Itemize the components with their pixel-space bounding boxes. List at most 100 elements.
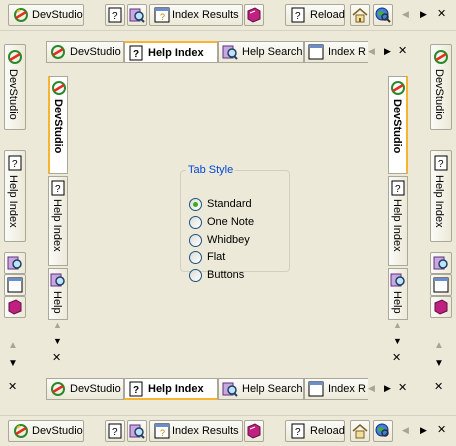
web-search-button[interactable] xyxy=(373,420,393,442)
vtab-scroll-down[interactable]: ▼ xyxy=(53,336,62,346)
vtab-help-search[interactable]: Help xyxy=(388,268,408,320)
nav-prev-button[interactable]: ◀ xyxy=(402,9,409,20)
toolbar-close-button[interactable]: ✕ xyxy=(437,423,446,436)
side-close-button[interactable]: ✕ xyxy=(8,380,17,393)
index-results-icon xyxy=(433,277,449,293)
top-toolbar: DevStudio ? ? Index Results ? Reload ◀ ▶… xyxy=(0,0,456,31)
index-results-button[interactable]: ? Index Results xyxy=(149,420,243,442)
tab-nav-prev[interactable]: ◀ xyxy=(368,46,375,57)
side-close-button[interactable]: ✕ xyxy=(434,380,443,393)
top-tab-row: DevStudio ? Help Index Help Search Index… xyxy=(46,41,414,63)
book-button[interactable] xyxy=(244,4,264,26)
side-tab-index-results[interactable] xyxy=(4,274,26,296)
web-search-button[interactable] xyxy=(373,4,393,26)
svg-text:?: ? xyxy=(133,385,139,396)
left-vertical-tabs: DevStudio ? Help Index Help ▲ ▼ ✕ xyxy=(48,76,70,366)
vtab-devstudio[interactable]: DevStudio xyxy=(388,76,408,174)
svg-text:?: ? xyxy=(295,11,301,22)
tab-index-results-label: Index R xyxy=(328,46,366,58)
tab-help-index[interactable]: ? Help Index xyxy=(124,378,218,400)
tab-devstudio-label: DevStudio xyxy=(70,383,121,395)
side-tab-help-search[interactable] xyxy=(4,252,26,274)
globe-search-icon xyxy=(375,7,391,23)
radio-label: Buttons xyxy=(207,269,245,281)
nav-prev-button[interactable]: ◀ xyxy=(402,425,409,436)
tab-help-index[interactable]: ? Help Index xyxy=(124,41,218,63)
devstudio-button[interactable]: DevStudio xyxy=(8,4,84,26)
help-index-button[interactable]: ? xyxy=(105,420,125,442)
book-button[interactable] xyxy=(244,420,264,442)
side-tab-book[interactable] xyxy=(4,296,26,318)
index-results-icon: ? xyxy=(154,7,170,23)
side-tab-help-search[interactable] xyxy=(430,252,452,274)
nav-next-button[interactable]: ▶ xyxy=(420,9,427,20)
magnifier-book-icon xyxy=(7,255,23,271)
index-results-label: Index Results xyxy=(172,425,239,437)
radio-button[interactable] xyxy=(189,251,202,264)
tab-help-search[interactable]: Help Search xyxy=(218,378,304,400)
side-tab-index-results[interactable] xyxy=(430,274,452,296)
vtab-help-search[interactable]: Help xyxy=(48,268,68,320)
reload-button[interactable]: ? Reload xyxy=(285,420,345,442)
radio-button[interactable] xyxy=(189,216,202,229)
side-tab-help-index[interactable]: ? Help Index xyxy=(430,150,452,242)
side-tab-book[interactable] xyxy=(430,296,452,318)
magnifier-book-icon xyxy=(390,272,406,288)
toolbar-close-button[interactable]: ✕ xyxy=(437,7,446,20)
tab-index-results[interactable]: Index R xyxy=(304,378,368,400)
radio-button[interactable] xyxy=(189,234,202,247)
devstudio-button[interactable]: DevStudio xyxy=(8,420,84,442)
vtab-devstudio-label: DevStudio xyxy=(391,99,403,154)
help-index-button[interactable]: ? xyxy=(105,4,125,26)
vtab-devstudio[interactable]: DevStudio xyxy=(48,76,68,174)
magnifier-book-icon xyxy=(433,255,449,271)
home-button[interactable] xyxy=(350,4,370,26)
index-results-icon xyxy=(308,381,324,397)
help-search-button[interactable] xyxy=(127,4,147,26)
devstudio-icon xyxy=(7,49,23,65)
tab-devstudio[interactable]: DevStudio xyxy=(46,41,124,63)
reload-button[interactable]: ? Reload xyxy=(285,4,345,26)
vtab-help-index-label: Help Index xyxy=(391,199,403,252)
side-tab-help-index[interactable]: ? Help Index xyxy=(4,150,26,242)
index-results-icon xyxy=(7,277,23,293)
radio-button[interactable] xyxy=(189,269,202,282)
vtab-help-index[interactable]: ? Help Index xyxy=(388,176,408,266)
vtab-scroll-up[interactable]: ▲ xyxy=(393,320,402,330)
help-book-icon: ? xyxy=(128,45,144,61)
side-scroll-up[interactable]: ▲ xyxy=(434,340,444,351)
tab-help-search[interactable]: Help Search xyxy=(218,41,304,63)
radio-label: Standard xyxy=(207,198,252,210)
side-scroll-down[interactable]: ▼ xyxy=(8,358,18,369)
vtab-help-index[interactable]: ? Help Index xyxy=(48,176,68,266)
tab-devstudio[interactable]: DevStudio xyxy=(46,378,124,400)
reload-icon: ? xyxy=(290,423,306,439)
tab-index-results[interactable]: Index R xyxy=(304,41,368,63)
book-icon xyxy=(7,299,23,315)
tab-close-button[interactable]: ✕ xyxy=(398,381,407,394)
tab-nav-prev[interactable]: ◀ xyxy=(368,383,375,394)
devstudio-icon xyxy=(50,381,66,397)
vtab-close-button[interactable]: ✕ xyxy=(52,351,61,364)
home-button[interactable] xyxy=(350,420,370,442)
magnifier-book-icon xyxy=(129,7,145,23)
globe-search-icon xyxy=(375,423,391,439)
tab-nav-next[interactable]: ▶ xyxy=(384,46,391,57)
radio-button[interactable] xyxy=(189,198,202,211)
side-tab-devstudio[interactable]: DevStudio xyxy=(4,44,26,130)
vtab-scroll-up[interactable]: ▲ xyxy=(53,320,62,330)
svg-text:?: ? xyxy=(55,184,61,195)
help-search-button[interactable] xyxy=(127,420,147,442)
index-results-button[interactable]: ? Index Results xyxy=(149,4,243,26)
vtab-close-button[interactable]: ✕ xyxy=(392,351,401,364)
tab-close-button[interactable]: ✕ xyxy=(398,44,407,57)
vtab-scroll-down[interactable]: ▼ xyxy=(393,336,402,346)
nav-next-button[interactable]: ▶ xyxy=(420,425,427,436)
side-tab-devstudio-label: DevStudio xyxy=(7,69,19,120)
tab-nav-next[interactable]: ▶ xyxy=(384,383,391,394)
side-scroll-up[interactable]: ▲ xyxy=(8,340,18,351)
side-scroll-down[interactable]: ▼ xyxy=(434,358,444,369)
side-tab-devstudio[interactable]: DevStudio xyxy=(430,44,452,130)
tab-help-index-label: Help Index xyxy=(148,383,204,395)
svg-text:?: ? xyxy=(12,159,18,170)
